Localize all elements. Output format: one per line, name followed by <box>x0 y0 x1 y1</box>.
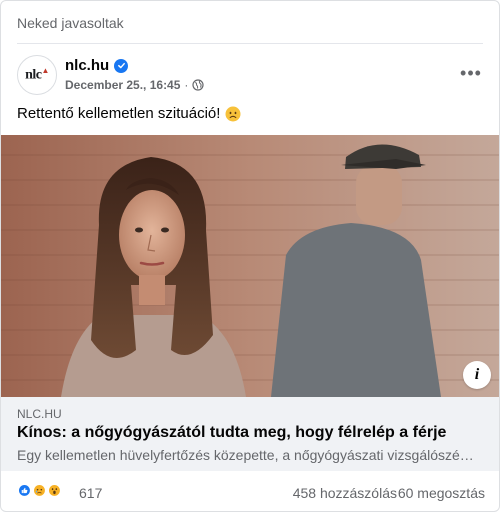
shares-count[interactable]: 60 megosztás <box>398 485 485 501</box>
post-header: nlc▲ nlc.hu December 25., 16:45 · ••• <box>17 55 485 97</box>
photo-couple <box>1 135 499 397</box>
post-meta: December 25., 16:45 · <box>65 78 205 92</box>
reaction-count[interactable]: 617 <box>79 485 102 501</box>
author-row: nlc.hu <box>65 57 129 74</box>
link-title: Kínos: a nőgyógyászától tudta meg, hogy … <box>17 424 447 441</box>
globe-icon[interactable] <box>192 79 205 91</box>
link-domain: NLC.HU <box>17 407 62 421</box>
avatar[interactable]: nlc▲ <box>17 55 57 95</box>
link-preview-image[interactable]: i <box>1 135 499 397</box>
link-preview[interactable]: NLC.HU Kínos: a nőgyógyászától tudta meg… <box>1 397 499 471</box>
header-divider <box>17 43 483 44</box>
author-name[interactable]: nlc.hu <box>65 57 109 74</box>
more-options-button[interactable]: ••• <box>457 61 485 85</box>
post-card: Neked javasoltak nlc▲ nlc.hu December 25… <box>0 0 500 512</box>
post-timestamp[interactable]: December 25., 16:45 <box>65 78 180 92</box>
verified-badge-icon <box>114 58 129 73</box>
disappointed-face-icon <box>225 106 241 122</box>
comments-count[interactable]: 458 hozzászólás <box>293 485 397 501</box>
suggested-header: Neked javasoltak <box>17 15 124 31</box>
post-message: Rettentő kellemetlen szituáció! <box>17 105 221 122</box>
avatar-logo: nlc▲ <box>25 66 49 83</box>
reaction-icons[interactable] <box>17 483 65 501</box>
link-description: Egy kellemetlen hüvelyfertőzés közepette… <box>17 447 474 463</box>
info-icon[interactable]: i <box>463 361 491 389</box>
wow-reaction-icon <box>47 483 65 501</box>
post-text: Rettentő kellemetlen szituáció! <box>17 105 241 122</box>
engagement-bar: 617 458 hozzászólás 60 megosztás <box>17 483 485 503</box>
meta-separator: · <box>184 78 189 92</box>
more-icon: ••• <box>460 62 482 83</box>
